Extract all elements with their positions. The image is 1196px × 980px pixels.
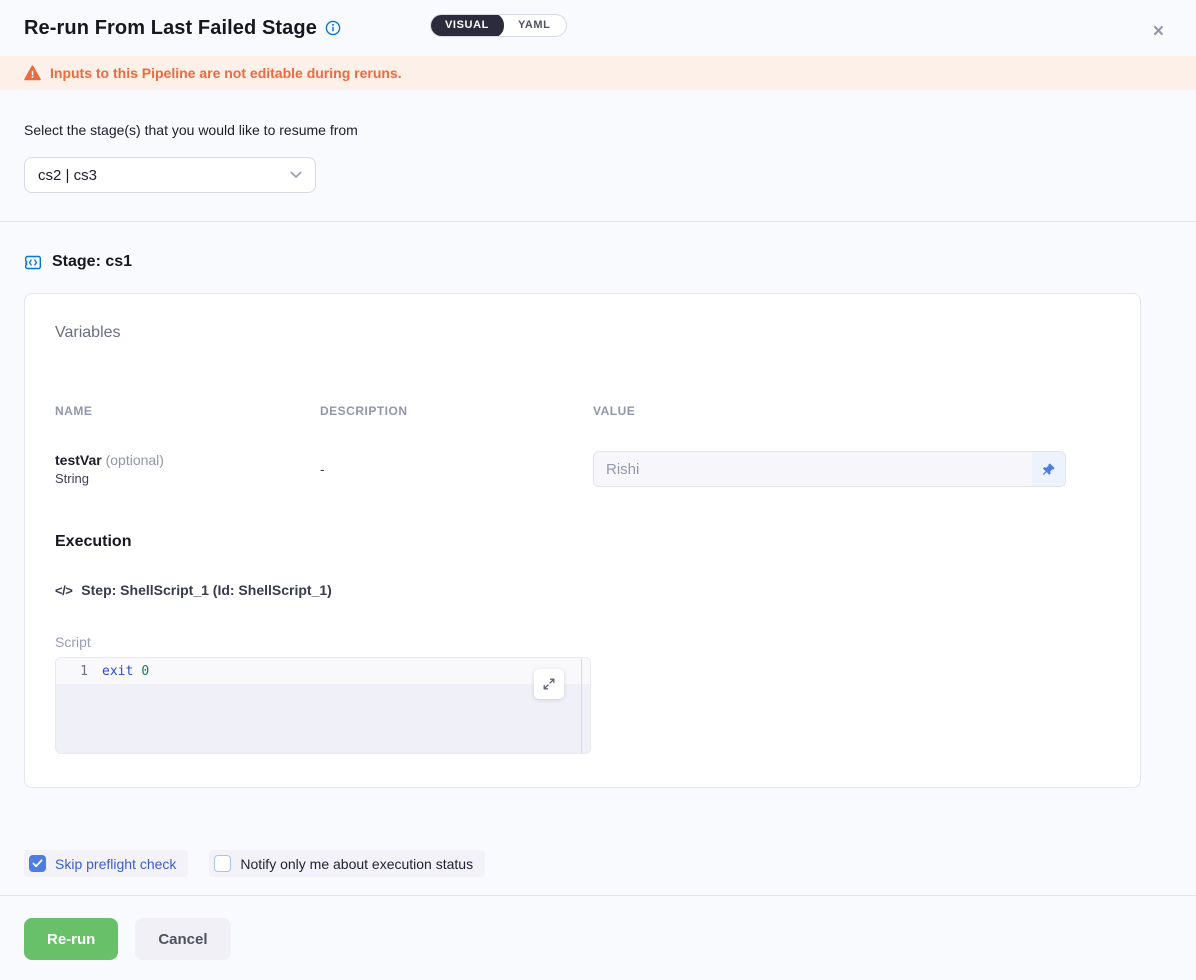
warning-message: Inputs to this Pipeline are not editable… <box>50 65 402 81</box>
variable-description: - <box>320 461 593 477</box>
checkbox-unchecked[interactable] <box>214 855 231 872</box>
chevron-down-icon <box>290 171 302 179</box>
table-row: testVar (optional) String - Rishi <box>55 451 1110 487</box>
checkbox-checked[interactable] <box>29 855 46 872</box>
code-icon: </> <box>55 583 72 598</box>
variable-value-text: Rishi <box>594 461 1032 478</box>
variable-value-input[interactable]: Rishi <box>593 451 1066 487</box>
footer: Re-run Cancel <box>0 896 1196 960</box>
script-code-editor[interactable]: 1 exit 0 <box>55 657 591 754</box>
variables-table-header: NAME DESCRIPTION VALUE <box>55 404 1110 418</box>
stage-select-label: Select the stage(s) that you would like … <box>24 122 1172 138</box>
column-header-name: NAME <box>55 404 320 418</box>
notify-only-me-label: Notify only me about execution status <box>240 856 473 872</box>
warning-banner: Inputs to this Pipeline are not editable… <box>0 56 1196 90</box>
notify-only-me-option[interactable]: Notify only me about execution status <box>209 850 485 877</box>
variable-optional-tag: (optional) <box>106 452 164 468</box>
options-row: Skip preflight check Notify only me abou… <box>24 850 1196 877</box>
stage-title: Stage: cs1 <box>52 253 132 271</box>
expand-icon <box>542 677 556 691</box>
close-icon[interactable]: × <box>1153 22 1164 41</box>
stage-select-section: Select the stage(s) that you would like … <box>0 90 1196 222</box>
checkmark-icon <box>32 859 43 868</box>
code-keyword: exit <box>102 664 133 679</box>
dialog-header: Re-run From Last Failed Stage VISUAL YAM… <box>0 0 1196 56</box>
skip-preflight-option[interactable]: Skip preflight check <box>24 850 188 877</box>
editor-scrollbar[interactable] <box>581 658 582 753</box>
rerun-button[interactable]: Re-run <box>24 918 118 960</box>
stage-select-dropdown[interactable]: cs2 | cs3 <box>24 157 316 193</box>
variable-name-cell: testVar (optional) String <box>55 452 320 486</box>
code-argument: 0 <box>141 664 149 679</box>
expand-editor-button[interactable] <box>534 669 564 699</box>
step-title: Step: ShellScript_1 (Id: ShellScript_1) <box>81 582 332 598</box>
variables-heading: Variables <box>55 324 1110 342</box>
step-row: </> Step: ShellScript_1 (Id: ShellScript… <box>55 582 1110 598</box>
variable-name: testVar <box>55 452 102 468</box>
line-number: 1 <box>56 664 102 679</box>
code-line: 1 exit 0 <box>56 658 590 684</box>
execution-heading: Execution <box>55 533 1110 551</box>
tab-yaml[interactable]: YAML <box>503 14 566 37</box>
skip-preflight-label: Skip preflight check <box>55 856 176 872</box>
stage-header: Stage: cs1 <box>24 252 1172 272</box>
tab-visual[interactable]: VISUAL <box>430 14 504 37</box>
page-title: Re-run From Last Failed Stage <box>24 17 317 40</box>
column-header-description: DESCRIPTION <box>320 404 593 418</box>
info-icon[interactable] <box>325 20 341 36</box>
cancel-button[interactable]: Cancel <box>135 918 230 960</box>
warning-triangle-icon <box>24 65 41 81</box>
stage-icon <box>24 254 42 271</box>
script-label: Script <box>55 634 1110 650</box>
stage-card: Variables NAME DESCRIPTION VALUE testVar… <box>24 293 1141 788</box>
pin-icon <box>1041 462 1056 477</box>
pin-button[interactable] <box>1032 452 1065 486</box>
stage-select-value: cs2 | cs3 <box>38 167 97 184</box>
variable-type: String <box>55 471 320 486</box>
column-header-value: VALUE <box>593 404 1110 418</box>
variables-table: NAME DESCRIPTION VALUE testVar (optional… <box>55 404 1110 487</box>
visual-yaml-toggle: VISUAL YAML <box>430 14 567 37</box>
